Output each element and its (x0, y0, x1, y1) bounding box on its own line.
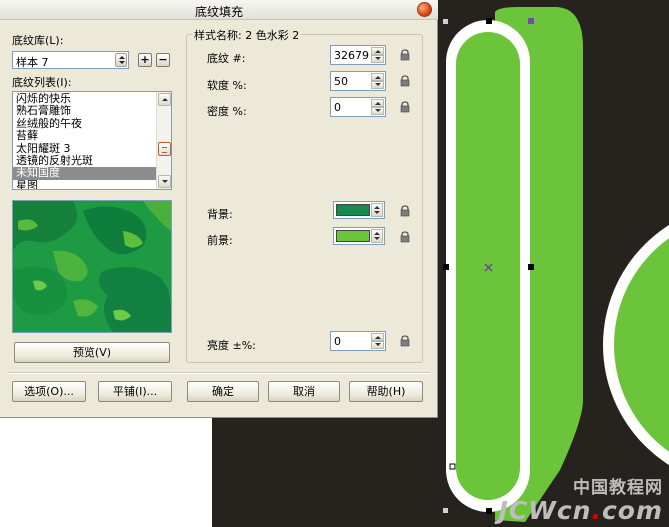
library-label: 底纹库(L): (12, 34, 64, 47)
button-separator (8, 372, 430, 374)
softness-spinner[interactable] (371, 73, 384, 89)
handle-bottom-left (443, 508, 448, 513)
dialog-titlebar[interactable]: 底纹填充 (0, 0, 438, 20)
lock-icon[interactable] (399, 101, 411, 113)
close-icon[interactable] (417, 2, 432, 17)
texture-preview (12, 200, 172, 333)
handle-middle-right (528, 264, 534, 270)
texture-list-scrollbar[interactable] (156, 92, 171, 189)
density-value: 0 (334, 101, 341, 114)
softness-field[interactable]: 50 (330, 71, 386, 91)
texture-list[interactable]: 闪烁的快乐 熟石膏雕饰 丝绒般的午夜 苔藓 太阳耀斑 3 透镜的反射光斑 未知国度 星图 (12, 91, 172, 190)
watermark-chinese: 中国教程网 (573, 478, 663, 498)
texture-list-items: 闪烁的快乐 熟石膏雕饰 丝绒般的午夜 苔藓 太阳耀斑 3 透镜的反射光斑 未知国度 星图 (13, 92, 158, 189)
softness-label: 软度 %: (207, 79, 247, 92)
scroll-down-icon[interactable] (158, 175, 171, 188)
preview-button[interactable]: 预览(V) (14, 342, 170, 363)
texture-list-item[interactable]: 星图 (13, 179, 158, 189)
brightness-value: 0 (334, 335, 341, 348)
library-value: 样本 7 (16, 56, 49, 69)
watermark: 中国教程网 JCWcn.com (498, 478, 663, 525)
scroll-thumb[interactable] (158, 142, 171, 156)
canvas-light-strip (0, 418, 212, 527)
density-spinner[interactable] (371, 99, 384, 115)
background-color-picker[interactable] (333, 201, 385, 219)
lock-icon[interactable] (399, 75, 411, 87)
lock-icon[interactable] (399, 231, 411, 243)
density-label: 密度 %: (207, 105, 247, 118)
foreground-color-dropdown[interactable] (371, 229, 383, 243)
texture-list-item[interactable]: 未知国度 (13, 166, 158, 180)
tile-button[interactable]: 平铺(I)... (98, 381, 172, 402)
library-select[interactable]: 样本 7 (12, 51, 129, 69)
brightness-spinner[interactable] (371, 333, 384, 349)
brightness-label: 亮度 ±%: (207, 339, 256, 352)
texture-fill-dialog: 底纹填充 底纹库(L): 样本 7 + − 底纹列表(I): 闪烁的快乐 熟石膏雕… (0, 0, 438, 418)
texture-number-value: 32679 (334, 49, 369, 62)
handle-top-right (528, 18, 534, 24)
handle-top-middle (486, 18, 492, 24)
foreground-color-swatch (336, 230, 370, 242)
density-field[interactable]: 0 (330, 97, 386, 117)
background-color-label: 背景: (207, 208, 233, 221)
texture-number-field[interactable]: 32679 (330, 45, 386, 65)
add-library-button[interactable]: + (138, 53, 152, 67)
handle-bottom-middle (486, 508, 492, 514)
scroll-up-icon[interactable] (158, 93, 171, 106)
foreground-color-picker[interactable] (333, 227, 385, 245)
foreground-color-label: 前景: (207, 234, 233, 247)
lock-icon[interactable] (399, 335, 411, 347)
texture-preview-image (13, 201, 171, 332)
cancel-button[interactable]: 取消 (268, 381, 340, 402)
lock-icon[interactable] (399, 205, 411, 217)
texture-list-item[interactable]: 熟石膏雕饰 (13, 104, 158, 117)
help-button[interactable]: 帮助(H) (349, 381, 423, 402)
watermark-english: JCWcn.com (498, 496, 663, 525)
remove-library-button[interactable]: − (156, 53, 170, 67)
dialog-title: 底纹填充 (194, 5, 243, 19)
texture-number-spinner[interactable] (371, 47, 384, 63)
ok-button[interactable]: 确定 (187, 381, 259, 402)
library-select-arrows[interactable] (115, 53, 127, 67)
brightness-field[interactable]: 0 (330, 331, 386, 351)
texture-number-label: 底纹 #: (207, 52, 246, 65)
lock-icon[interactable] (399, 49, 411, 61)
background-color-swatch (336, 204, 370, 216)
handle-lower-node (449, 463, 456, 470)
texture-list-label: 底纹列表(I): (12, 76, 72, 89)
style-name-label: 样式名称: 2 色水彩 2 (192, 27, 302, 43)
handle-top-left (443, 19, 448, 24)
handle-middle-left (443, 264, 449, 270)
softness-value: 50 (334, 75, 348, 88)
options-button[interactable]: 选项(O)... (12, 381, 86, 402)
texture-list-item[interactable]: 苔藓 (13, 129, 158, 142)
background-color-dropdown[interactable] (371, 203, 383, 217)
